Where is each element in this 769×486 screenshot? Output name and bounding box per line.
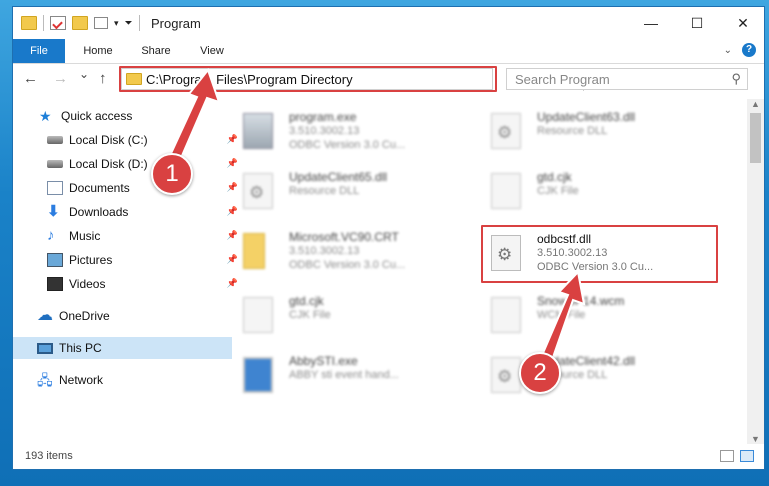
back-button[interactable]: ← bbox=[23, 70, 38, 87]
sidebar-item-pictures[interactable]: Pictures 📌 bbox=[13, 249, 242, 271]
downloads-icon: ⬇ bbox=[47, 203, 60, 220]
file-icon bbox=[491, 173, 521, 209]
tab-file[interactable]: File bbox=[13, 39, 65, 63]
window-title: Program bbox=[151, 16, 201, 31]
file-item-updateclient42[interactable]: ⚙ UpdateClient42.dll Resource DLL bbox=[465, 351, 695, 403]
dll-file-icon: ⚙ bbox=[243, 173, 273, 209]
file-icon bbox=[491, 297, 521, 333]
view-options-icon[interactable] bbox=[94, 17, 108, 29]
file-item-updateclient65[interactable]: ⚙ UpdateClient65.dll Resource DLL bbox=[217, 167, 447, 219]
file-icon bbox=[243, 297, 273, 333]
computer-icon bbox=[37, 342, 53, 354]
network-icon: 🖧 bbox=[37, 372, 53, 388]
sidebar-item-documents[interactable]: Documents 📌 bbox=[13, 177, 242, 199]
scroll-up-icon[interactable]: ▲ bbox=[751, 99, 760, 109]
dll-file-icon: ⚙ bbox=[491, 357, 521, 393]
scroll-down-icon[interactable]: ▼ bbox=[751, 434, 760, 444]
sidebar-item-onedrive[interactable]: ☁ OneDrive bbox=[13, 305, 232, 327]
exe-icon bbox=[243, 357, 273, 393]
forward-button[interactable]: → bbox=[53, 70, 68, 87]
sidebar-item-this-pc[interactable]: This PC bbox=[13, 337, 232, 359]
vertical-scrollbar[interactable]: ▲ ▼ bbox=[747, 99, 764, 444]
help-icon[interactable]: ? bbox=[742, 43, 756, 57]
music-icon: ♪ bbox=[47, 227, 55, 244]
file-highlight-box bbox=[481, 225, 718, 283]
videos-icon bbox=[47, 277, 63, 291]
qat-dropdown-icon[interactable]: ⏷ bbox=[125, 18, 133, 29]
details-view-icon[interactable] bbox=[720, 450, 734, 462]
tab-home[interactable]: Home bbox=[75, 39, 121, 63]
documents-icon bbox=[47, 181, 63, 195]
minimize-button[interactable]: — bbox=[628, 7, 674, 39]
file-item-gtd-cjk-2[interactable]: gtd.cjk CJK File bbox=[217, 291, 447, 343]
tiles-view-icon[interactable] bbox=[740, 450, 754, 462]
file-item-microsoft-vc90-crt[interactable]: Microsoft.VC90.CRT 3.510.3002.13 ODBC Ve… bbox=[217, 227, 447, 279]
customize-qat-icon[interactable]: ▾ bbox=[114, 18, 119, 29]
step-badge-1: 1 bbox=[151, 153, 193, 195]
quick-access-toolbar: ▾ ⏷ bbox=[21, 15, 140, 31]
file-item-updateclient63[interactable]: ⚙ UpdateClient63.dll Resource DLL bbox=[465, 107, 695, 159]
expand-ribbon-icon[interactable]: ⌄ bbox=[724, 45, 732, 56]
dll-file-icon: ⚙ bbox=[491, 113, 521, 149]
file-item-program-exe[interactable]: program.exe 3.510.3002.13 ODBC Version 3… bbox=[217, 107, 447, 159]
star-icon: ★ bbox=[39, 108, 52, 124]
folder-icon bbox=[21, 16, 37, 30]
file-item-snowsp14-wcm[interactable]: SnowSP14.wcm WCM File bbox=[465, 291, 695, 343]
ribbon-tabs: File Home Share View ⌄ ? bbox=[13, 39, 764, 64]
navigation-pane: ★ Quick access Local Disk (C:) 📌 Local D… bbox=[13, 99, 238, 444]
step-badge-2: 2 bbox=[519, 352, 561, 394]
tab-share[interactable]: Share bbox=[133, 39, 179, 63]
search-icon: ⚲ bbox=[731, 71, 741, 86]
sidebar-item-local-disk-d[interactable]: Local Disk (D:) 📌 bbox=[13, 153, 242, 175]
address-highlight-box bbox=[119, 66, 497, 92]
navigation-bar: ← → ⌄ ↑ C:\Program Files\Program Directo… bbox=[13, 64, 764, 94]
disk-icon bbox=[47, 136, 63, 144]
scroll-thumb[interactable] bbox=[750, 113, 761, 163]
sidebar-item-local-disk-c[interactable]: Local Disk (C:) 📌 bbox=[13, 129, 242, 151]
recent-locations-button[interactable]: ⌄ bbox=[79, 67, 89, 81]
item-count: 193 items bbox=[25, 450, 73, 462]
tab-view[interactable]: View bbox=[189, 39, 235, 63]
disk-icon bbox=[47, 160, 63, 168]
sidebar-item-downloads[interactable]: ⬇ Downloads 📌 bbox=[13, 201, 242, 223]
sidebar-item-music[interactable]: ♪ Music 📌 bbox=[13, 225, 242, 247]
onedrive-icon: ☁ bbox=[37, 307, 53, 324]
close-button[interactable]: ✕ bbox=[720, 7, 764, 39]
search-placeholder: Search Program bbox=[515, 72, 610, 87]
sidebar-item-quick-access[interactable]: ★ Quick access bbox=[13, 105, 234, 127]
explorer-window: ▾ ⏷ Program — ☐ ✕ File Home Share View ⌄… bbox=[12, 6, 765, 470]
pictures-icon bbox=[47, 253, 63, 267]
folder-icon bbox=[243, 233, 265, 269]
properties-icon[interactable] bbox=[50, 16, 66, 30]
title-bar: ▾ ⏷ Program — ☐ ✕ bbox=[13, 7, 764, 39]
status-bar: 193 items bbox=[13, 445, 764, 469]
file-item-gtd-cjk[interactable]: gtd.cjk CJK File bbox=[465, 167, 695, 219]
file-item-abbysti-exe[interactable]: AbbySTI.exe ABBY sti event hand... bbox=[217, 351, 447, 403]
sidebar-item-network[interactable]: 🖧 Network bbox=[13, 369, 232, 391]
new-folder-icon[interactable] bbox=[72, 16, 88, 30]
sidebar-item-videos[interactable]: Videos 📌 bbox=[13, 273, 242, 295]
search-input[interactable]: Search Program ⚲ bbox=[506, 68, 748, 90]
exe-icon bbox=[243, 113, 273, 149]
up-button[interactable]: ↑ bbox=[99, 70, 107, 87]
maximize-button[interactable]: ☐ bbox=[674, 7, 720, 39]
